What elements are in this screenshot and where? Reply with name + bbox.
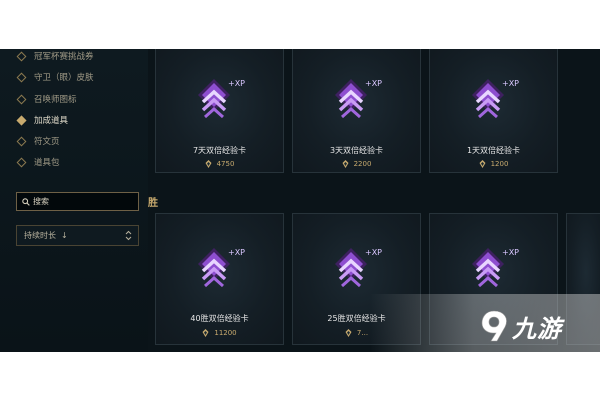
- diamond-icon: [16, 157, 27, 167]
- sidebar-item-label: 加成道具: [34, 116, 69, 126]
- badge-text: +XP: [365, 248, 382, 257]
- diamond-selected-icon: [16, 115, 27, 125]
- sidebar-item-boosts[interactable]: 加成道具: [16, 112, 69, 128]
- item-card[interactable]: +XP 7天双倍经验卡 4750: [155, 49, 284, 173]
- search-input[interactable]: 搜索: [16, 192, 139, 211]
- price-value: 7...: [356, 329, 369, 337]
- chevron-updown-icon: [125, 230, 132, 241]
- item-card[interactable]: +XP 1天双倍经验卡 1200: [429, 49, 558, 173]
- item-price: 11200: [156, 329, 283, 337]
- xp-boost-badge-icon: +XP: [472, 79, 519, 119]
- price-value: 4750: [216, 160, 235, 168]
- item-price: 2200: [293, 160, 420, 168]
- sort-label: 持续时长: [24, 231, 56, 240]
- item-card[interactable]: +XP 40胜双倍经验卡 11200: [155, 213, 284, 345]
- diamond-icon: [16, 136, 27, 146]
- blue-essence-icon: [342, 160, 349, 168]
- section-heading: 胜: [148, 198, 158, 209]
- sidebar-item-label: 符文页: [34, 137, 60, 147]
- badge-text: +XP: [502, 248, 519, 257]
- sidebar-item-label: 道具包: [34, 158, 60, 168]
- xp-boost-badge-icon: +XP: [335, 79, 382, 119]
- sidebar-item-label: 冠军杯赛挑战券: [34, 52, 94, 62]
- store-screen: 冠军杯赛挑战券 守卫（眼）皮肤 召唤师图标 加成道具 符文页 道具包 搜索 持续…: [0, 49, 600, 352]
- diamond-icon: [16, 94, 27, 104]
- sidebar-item-summoner-icons[interactable]: 召唤师图标: [16, 91, 77, 107]
- xp-boost-badge-icon: +XP: [198, 79, 245, 119]
- xp-boost-badge-icon: +XP: [198, 248, 245, 288]
- blue-essence-icon: [205, 160, 212, 168]
- diamond-icon: [16, 51, 27, 61]
- badge-text: +XP: [228, 79, 245, 88]
- xp-boost-badge-icon: +XP: [335, 248, 382, 288]
- xp-boost-badge-icon: +XP: [472, 248, 519, 288]
- badge-text: +XP: [502, 79, 519, 88]
- item-price: 1200: [430, 160, 557, 168]
- sort-dropdown[interactable]: 持续时长 ↓: [16, 225, 139, 246]
- search-placeholder: 搜索: [33, 197, 49, 206]
- item-name: 3天双倍经验卡: [329, 146, 384, 155]
- price-value: 2200: [353, 160, 372, 168]
- item-card[interactable]: +XP 3天双倍经验卡 2200: [292, 49, 421, 173]
- item-card[interactable]: +XP 25胜双倍经验卡 7...: [292, 213, 421, 345]
- badge-text: +XP: [365, 79, 382, 88]
- item-name: 40胜双倍经验卡: [190, 314, 249, 323]
- sort-direction-icon[interactable]: ↓: [61, 231, 68, 240]
- blue-essence-icon: [479, 160, 486, 168]
- watermark-text: 九游: [512, 314, 562, 343]
- sidebar: 冠军杯赛挑战券 守卫（眼）皮肤 召唤师图标 加成道具 符文页 道具包 搜索 持续…: [0, 49, 148, 352]
- item-name: 25胜双倍经验卡: [327, 314, 386, 323]
- sidebar-item-champion-tickets[interactable]: 冠军杯赛挑战券: [16, 49, 94, 64]
- sidebar-item-rune-pages[interactable]: 符文页: [16, 133, 60, 149]
- diamond-icon: [16, 72, 27, 82]
- sidebar-item-bundles[interactable]: 道具包: [16, 154, 60, 170]
- search-icon: [22, 197, 30, 206]
- jiuyou-logo-icon: [481, 310, 507, 342]
- badge-text: +XP: [228, 248, 245, 257]
- item-price: 7...: [293, 329, 420, 337]
- item-name: 7天双倍经验卡: [192, 146, 247, 155]
- watermark-logo: 九游: [480, 304, 590, 348]
- sidebar-item-label: 召唤师图标: [34, 95, 77, 105]
- sidebar-item-ward-skins[interactable]: 守卫（眼）皮肤: [16, 69, 94, 85]
- item-name: 1天双倍经验卡: [466, 146, 521, 155]
- blue-essence-icon: [345, 329, 352, 337]
- price-value: 1200: [490, 160, 509, 168]
- sidebar-item-label: 守卫（眼）皮肤: [34, 73, 94, 83]
- blue-essence-icon: [202, 329, 209, 337]
- price-value: 11200: [214, 329, 237, 337]
- item-price: 4750: [156, 160, 283, 168]
